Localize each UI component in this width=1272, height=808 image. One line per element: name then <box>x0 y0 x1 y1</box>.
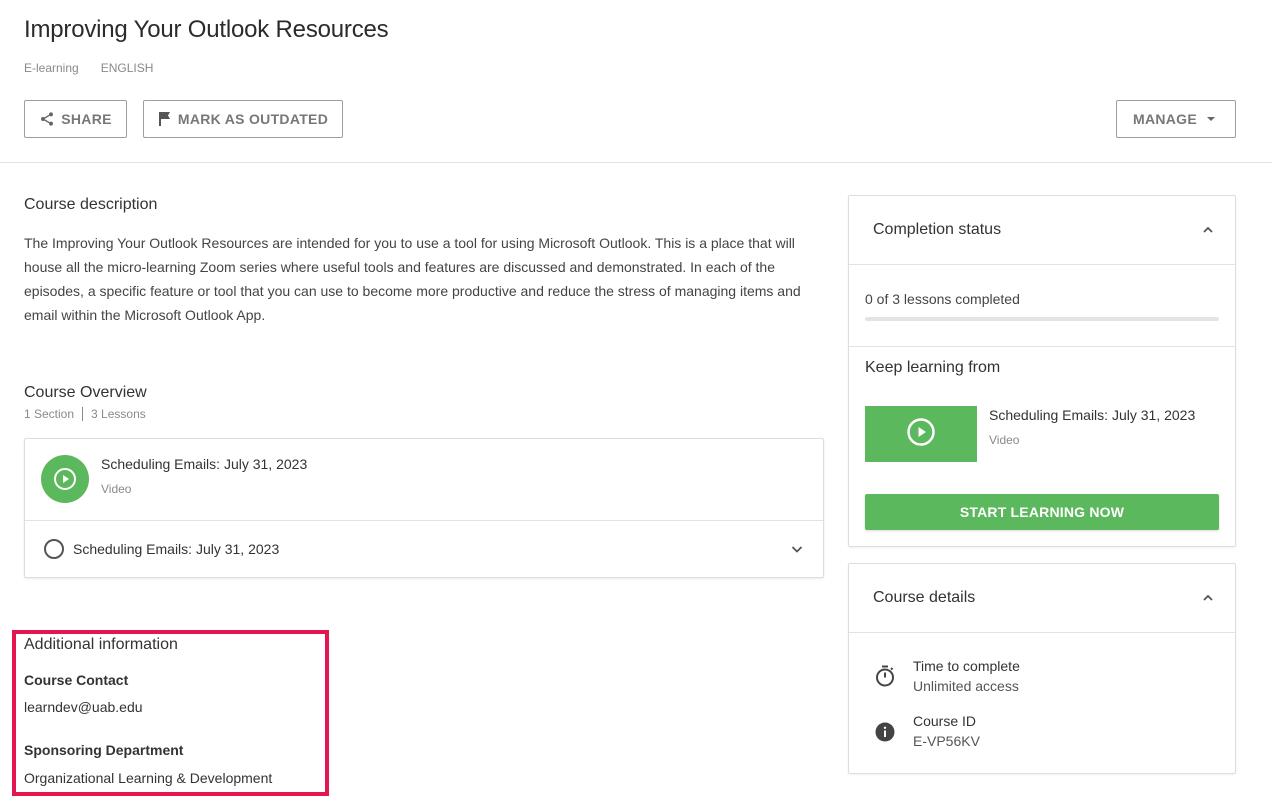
course-language: ENGLISH <box>100 61 154 75</box>
course-meta: E-learning ENGLISH <box>24 61 153 75</box>
lessons-completed-text: 0 of 3 lessons completed <box>865 291 1020 307</box>
keep-learning-heading: Keep learning from <box>865 359 1001 376</box>
flag-icon <box>158 111 172 127</box>
mark-as-outdated-button[interactable]: MARK AS OUTDATED <box>143 100 343 138</box>
time-to-complete-value: Unlimited access <box>913 678 1019 694</box>
course-details-panel: Course details Time to complete Unlimite… <box>848 563 1236 774</box>
lesson-count: 3 Lessons <box>91 407 146 421</box>
lesson-title[interactable]: Scheduling Emails: July 31, 2023 <box>73 541 279 557</box>
play-icon <box>906 417 936 452</box>
header-divider <box>0 162 1272 163</box>
course-overview-heading: Course Overview <box>24 384 147 401</box>
lesson-thumbnail[interactable] <box>865 406 977 462</box>
meta-separator <box>82 407 84 421</box>
stopwatch-icon <box>875 665 895 692</box>
additional-information-heading: Additional information <box>24 636 178 653</box>
course-overview-meta: 1 Section 3 Lessons <box>24 407 146 421</box>
sponsoring-department-value: Organizational Learning & Development <box>24 770 273 786</box>
lesson-type: Video <box>101 482 132 496</box>
chevron-up-icon[interactable] <box>1201 591 1215 610</box>
info-icon <box>875 722 895 747</box>
progress-bar <box>865 317 1219 321</box>
course-id-value: E-VP56KV <box>913 733 980 749</box>
course-details-heading: Course details <box>873 589 976 606</box>
list-item[interactable]: Scheduling Emails: July 31, 2023 Video <box>25 439 823 521</box>
manage-label: MANAGE <box>1132 111 1198 127</box>
share-icon <box>39 111 55 127</box>
course-id-label: Course ID <box>913 713 977 729</box>
completion-status-heading: Completion status <box>873 221 1002 238</box>
chevron-up-icon[interactable] <box>1201 223 1215 242</box>
sponsoring-department-label: Sponsoring Department <box>24 742 184 758</box>
course-description-heading: Course description <box>24 196 158 213</box>
course-type: E-learning <box>24 61 79 75</box>
manage-dropdown-button[interactable]: MANAGE <box>1116 100 1236 138</box>
lessons-list: Scheduling Emails: July 31, 2023 Video S… <box>24 438 824 578</box>
list-item[interactable]: Scheduling Emails: July 31, 2023 <box>25 521 823 577</box>
panel-divider <box>849 346 1235 347</box>
course-details-header[interactable]: Course details <box>849 564 1235 633</box>
keep-learning-lesson-type: Video <box>989 433 1020 447</box>
caret-down-icon <box>1203 111 1219 127</box>
mark-as-outdated-label: MARK AS OUTDATED <box>177 111 329 127</box>
section-count: 1 Section <box>24 407 75 421</box>
status-circle-icon <box>44 539 64 559</box>
share-label: SHARE <box>61 111 112 127</box>
course-description-text: The Improving Your Outlook Resources are… <box>24 235 801 323</box>
share-button[interactable]: SHARE <box>24 100 127 138</box>
completion-status-header[interactable]: Completion status <box>849 196 1235 265</box>
course-contact-label: Course Contact <box>24 672 129 688</box>
play-icon[interactable] <box>41 455 89 503</box>
lesson-title[interactable]: Scheduling Emails: July 31, 2023 <box>101 456 307 472</box>
page-title: Improving Your Outlook Resources <box>24 16 389 43</box>
course-contact-value: learndev@uab.edu <box>24 699 143 715</box>
keep-learning-lesson-title[interactable]: Scheduling Emails: July 31, 2023 <box>989 407 1195 423</box>
start-learning-button[interactable]: START LEARNING NOW <box>865 494 1219 530</box>
time-to-complete-label: Time to complete <box>913 658 1020 674</box>
completion-status-panel: Completion status 0 of 3 lessons complet… <box>848 195 1236 547</box>
chevron-down-icon[interactable] <box>789 541 805 562</box>
